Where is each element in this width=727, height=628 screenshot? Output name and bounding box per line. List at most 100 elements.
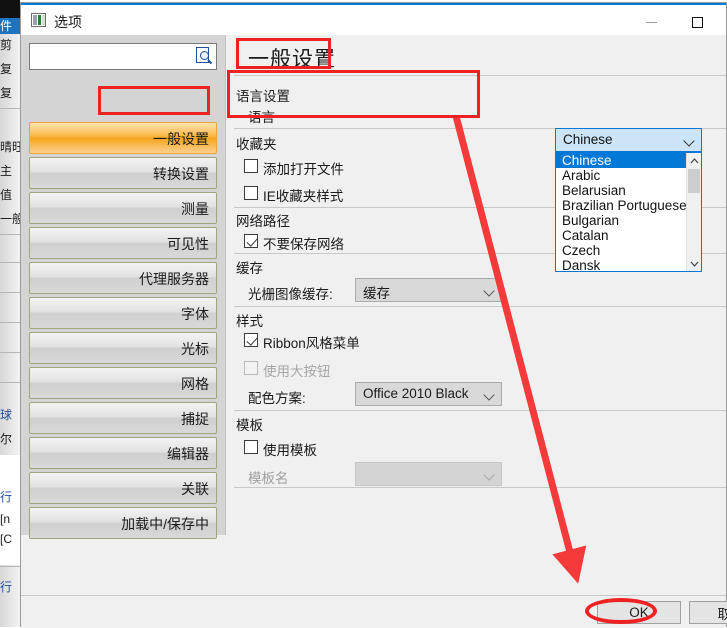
- dropdown-option[interactable]: Brazilian Portuguese: [556, 198, 687, 213]
- sidebar-item-visibility[interactable]: 可见性: [29, 227, 217, 259]
- sidebar-item-general[interactable]: 一般设置: [29, 122, 217, 154]
- sidebar-item-label: 捕捉: [181, 411, 209, 427]
- label-color-scheme: 配色方案:: [248, 391, 306, 406]
- sidebar-item-font[interactable]: 字体: [29, 297, 217, 329]
- language-option-list: Chinese Arabic Belarusian Brazilian Port…: [556, 153, 687, 271]
- options-dialog: 选项 一般设置 转换设置 测量 可见性 代理服务器 字体 光标 网格 捕捉 编辑…: [20, 2, 727, 628]
- titlebar: 选项: [21, 5, 726, 35]
- sidebar-item-label: 光标: [181, 341, 209, 357]
- dropdown-option[interactable]: Bulgarian: [556, 213, 687, 228]
- sidebar-item-label: 加载中/保存中: [121, 516, 209, 532]
- scroll-down-icon[interactable]: [687, 256, 701, 271]
- background-fragment: 晴旺: [0, 140, 20, 154]
- checkbox-box: [244, 333, 258, 347]
- background-divider: [0, 322, 20, 323]
- color-scheme-combobox[interactable]: Office 2010 Black: [355, 382, 502, 406]
- dropdown-option[interactable]: Dansk: [556, 258, 687, 271]
- minimize-button[interactable]: [628, 7, 674, 37]
- checkbox-label: 添加打开文件: [263, 162, 344, 177]
- background-fragment: [n: [0, 512, 11, 526]
- background-fragment: 复: [0, 86, 13, 100]
- sidebar-item-loading-saving[interactable]: 加载中/保存中: [29, 507, 217, 539]
- combobox-value: Chinese: [563, 132, 613, 147]
- checkbox-box: [244, 361, 258, 375]
- background-divider: [0, 108, 20, 109]
- sidebar-item-snap[interactable]: 捕捉: [29, 402, 217, 434]
- section-divider: [234, 487, 726, 488]
- dropdown-option[interactable]: Belarusian: [556, 183, 687, 198]
- combobox-value: Office 2010 Black: [363, 386, 469, 401]
- background-fragment: 行: [0, 490, 13, 504]
- close-button[interactable]: [720, 7, 727, 37]
- sidebar-item-label: 编辑器: [167, 446, 209, 462]
- background-divider: [0, 352, 20, 353]
- label-language: 语言: [248, 110, 275, 125]
- raster-cache-combobox[interactable]: 缓存: [355, 278, 502, 302]
- language-dropdown-list[interactable]: Chinese Arabic Belarusian Brazilian Port…: [555, 152, 702, 272]
- language-combobox[interactable]: Chinese: [555, 128, 702, 152]
- checkbox-box: [244, 234, 258, 248]
- checkbox-box: [244, 159, 258, 173]
- group-heading-favorites: 收藏夹: [236, 137, 277, 152]
- window-title: 选项: [54, 14, 82, 30]
- checkbox-box: [244, 186, 258, 200]
- scroll-up-icon[interactable]: [687, 153, 701, 168]
- search-box: [29, 43, 217, 70]
- close-icon: [720, 7, 727, 37]
- checkbox-box: [244, 440, 258, 454]
- sidebar-item-association[interactable]: 关联: [29, 472, 217, 504]
- sidebar-item-label: 测量: [181, 201, 209, 217]
- chevron-down-icon: [685, 137, 693, 145]
- group-heading-style: 样式: [236, 314, 263, 329]
- background-black-bar: [0, 0, 20, 18]
- section-divider: [234, 306, 726, 307]
- background-divider: [0, 262, 20, 263]
- group-heading-template: 模板: [236, 418, 263, 433]
- dropdown-scrollbar[interactable]: [686, 153, 701, 271]
- section-divider: [234, 410, 726, 411]
- search-input[interactable]: [29, 43, 217, 70]
- sidebar-item-grid[interactable]: 网格: [29, 367, 217, 399]
- minimize-icon: [628, 7, 674, 37]
- sidebar-item-cursor[interactable]: 光标: [29, 332, 217, 364]
- sidebar-item-label: 关联: [181, 481, 209, 497]
- group-heading-cache: 缓存: [236, 261, 263, 276]
- sidebar-item-label: 代理服务器: [139, 271, 209, 287]
- template-name-combobox: [355, 462, 502, 486]
- search-icon[interactable]: [196, 47, 213, 65]
- label-template-name: 模板名: [248, 471, 289, 486]
- dropdown-option[interactable]: Czech: [556, 243, 687, 258]
- sidebar-item-editor[interactable]: 编辑器: [29, 437, 217, 469]
- sidebar-item-proxy[interactable]: 代理服务器: [29, 262, 217, 294]
- background-fragment: 值: [0, 188, 13, 202]
- background-divider: [0, 234, 20, 235]
- sidebar-item-label: 网格: [181, 376, 209, 392]
- dialog-body: 一般设置 转换设置 测量 可见性 代理服务器 字体 光标 网格 捕捉 编辑器 关…: [21, 35, 726, 595]
- checkbox-label: IE收藏夹样式: [263, 189, 344, 204]
- dialog-footer: OK 取消: [21, 595, 727, 628]
- background-fragment: 主: [0, 164, 13, 178]
- dropdown-option[interactable]: Catalan: [556, 228, 687, 243]
- maximize-icon: [674, 7, 720, 37]
- settings-panel: 一般设置 语言设置 语言 收藏夹 添加打开文件 IE收藏夹样式 网络路径 不要保…: [226, 35, 726, 595]
- sidebar-item-label: 字体: [181, 306, 209, 322]
- sidebar-item-conversion[interactable]: 转换设置: [29, 157, 217, 189]
- scrollbar-thumb[interactable]: [688, 169, 700, 193]
- sidebar-item-measure[interactable]: 测量: [29, 192, 217, 224]
- group-heading-network: 网络路径: [236, 214, 290, 229]
- sidebar: 一般设置 转换设置 测量 可见性 代理服务器 字体 光标 网格 捕捉 编辑器 关…: [21, 35, 226, 539]
- chevron-down-icon: [485, 471, 493, 479]
- background-fragment: 一般: [0, 212, 20, 226]
- cancel-button[interactable]: 取消: [689, 601, 727, 624]
- dropdown-option[interactable]: Chinese: [556, 153, 687, 168]
- background-fragment: 剪: [0, 38, 13, 52]
- background-divider: [0, 382, 20, 383]
- background-fragment: 复: [0, 62, 13, 76]
- background-fragment: 尔: [0, 432, 13, 446]
- maximize-button[interactable]: [674, 7, 720, 37]
- options-window-icon: [31, 13, 46, 27]
- background-divider: [0, 292, 20, 293]
- ok-button[interactable]: OK: [597, 601, 681, 624]
- dropdown-option[interactable]: Arabic: [556, 168, 687, 183]
- sidebar-item-label: 可见性: [167, 236, 209, 252]
